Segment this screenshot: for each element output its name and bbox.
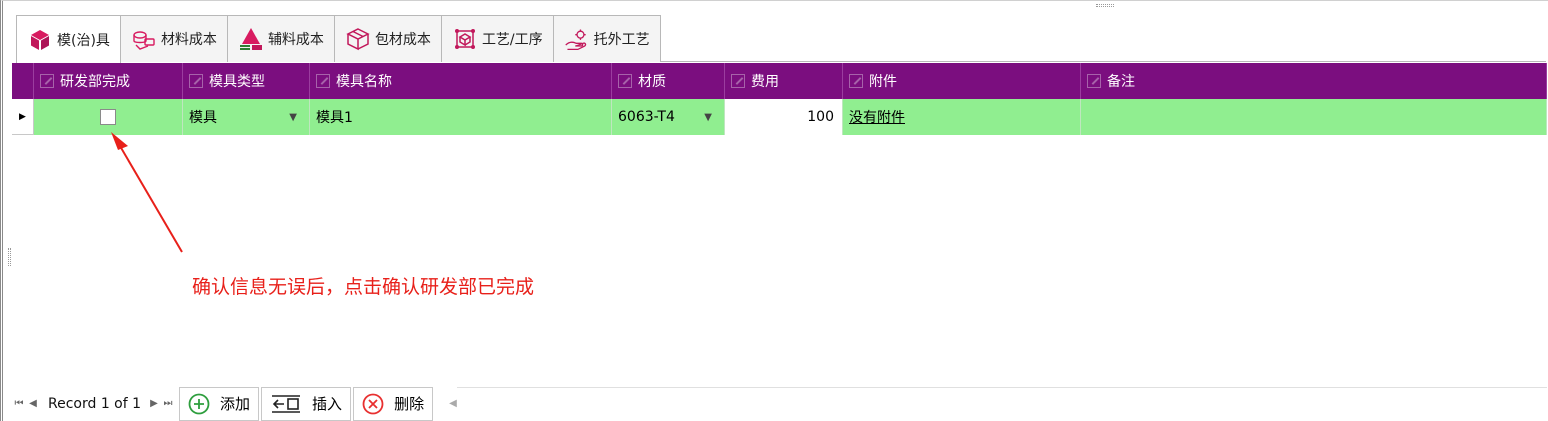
tab-outsourced-process[interactable]: 托外工艺: [552, 15, 661, 62]
edit-icon: [316, 74, 330, 88]
column-header-label: 研发部完成: [60, 74, 130, 90]
table-row[interactable]: ▶ 模具 ▼ 模具1 6063-T4 ▼ 100 没有附件: [12, 99, 1547, 135]
fee-value: 100: [807, 109, 834, 125]
annotation-text: 确认信息无误后，点击确认研发部已完成: [192, 276, 535, 298]
scroll-left-icon[interactable]: ◀: [449, 398, 457, 409]
rd-done-cell[interactable]: [34, 99, 183, 135]
tab-process[interactable]: 工艺/工序: [440, 15, 554, 62]
mold-type-value: 模具: [189, 110, 217, 126]
tab-strip-filler: [660, 15, 1546, 61]
next-record-icon[interactable]: ▶: [147, 398, 161, 409]
horizontal-scrollbar[interactable]: [456, 386, 1547, 421]
rd-done-checkbox[interactable]: [100, 109, 116, 125]
tab-material-cost[interactable]: 材料成本: [119, 15, 228, 62]
chevron-down-icon[interactable]: ▼: [704, 112, 712, 123]
tab-packaging-cost[interactable]: 包材成本: [333, 15, 442, 62]
splitter-grip-left[interactable]: [8, 248, 11, 266]
insert-row-icon: [270, 393, 302, 415]
tab-label: 材料成本: [160, 32, 217, 48]
remark-cell[interactable]: [1081, 99, 1547, 135]
tab-auxiliary-cost[interactable]: 辅料成本: [226, 15, 335, 62]
column-header-label: 费用: [751, 74, 779, 90]
mold-name-value: 模具1: [316, 110, 353, 126]
prev-record-icon[interactable]: ◀: [26, 398, 40, 409]
mold-grid: 研发部完成 模具类型 模具名称 材质 费用 附件 备注 ▶ 模具 ▼ 模具1 60…: [12, 63, 1547, 135]
column-header-label: 材质: [638, 74, 666, 90]
attachment-link[interactable]: 没有附件: [849, 107, 905, 127]
insert-button-label: 插入: [312, 395, 343, 413]
delete-button-label: 删除: [394, 395, 425, 413]
delete-circle-icon: [362, 393, 384, 415]
edit-icon: [849, 74, 863, 88]
outsource-hand-icon: [564, 26, 590, 52]
edit-icon: [40, 74, 54, 88]
tab-label: 模(治)具: [57, 32, 110, 49]
column-header-mold-name[interactable]: 模具名称: [310, 63, 612, 99]
add-button[interactable]: 添加: [179, 386, 260, 421]
tab-mold-fixture[interactable]: 模(治)具: [16, 15, 121, 63]
tab-strip: 模(治)具 材料成本 辅料成本 包材成本 工艺/工序 托外工艺: [16, 15, 1546, 63]
tab-label: 托外工艺: [593, 32, 650, 48]
edit-icon: [1087, 74, 1101, 88]
delete-button[interactable]: 删除: [353, 386, 434, 421]
column-header-rd-done[interactable]: 研发部完成: [34, 63, 183, 99]
row-indicator-header: [12, 63, 34, 99]
column-header-label: 备注: [1107, 74, 1135, 90]
row-indicator[interactable]: ▶: [12, 99, 34, 135]
add-button-label: 添加: [220, 395, 251, 413]
current-row-arrow-icon: ▶: [19, 111, 26, 122]
package-icon: [345, 26, 371, 52]
column-header-material[interactable]: 材质: [612, 63, 725, 99]
mold-name-cell[interactable]: 模具1: [310, 99, 612, 135]
chevron-down-icon[interactable]: ▼: [289, 112, 297, 123]
edit-icon: [618, 74, 632, 88]
attachment-cell[interactable]: 没有附件: [843, 99, 1081, 135]
plus-circle-icon: [188, 393, 210, 415]
edit-icon: [189, 74, 203, 88]
column-header-label: 模具名称: [336, 74, 392, 90]
splitter-grip-top[interactable]: [1096, 4, 1114, 7]
column-header-label: 附件: [869, 74, 897, 90]
materials-icon: [131, 26, 157, 52]
column-header-fee[interactable]: 费用: [725, 63, 843, 99]
column-header-remark[interactable]: 备注: [1081, 63, 1547, 99]
first-record-icon[interactable]: ⏮: [12, 398, 26, 409]
process-icon: [452, 26, 478, 52]
mold-type-cell[interactable]: 模具 ▼: [183, 99, 310, 135]
tab-label: 辅料成本: [267, 32, 324, 48]
layers-icon: [238, 26, 264, 52]
column-header-attachment[interactable]: 附件: [843, 63, 1081, 99]
last-record-icon[interactable]: ⏭: [161, 398, 175, 409]
record-navigator: ⏮ ◀ Record 1 of 1 ▶ ⏭ 添加 插入 删除 ◀: [12, 386, 1547, 421]
edit-icon: [731, 74, 745, 88]
fee-cell[interactable]: 100: [725, 99, 843, 135]
column-header-mold-type[interactable]: 模具类型: [183, 63, 310, 99]
box-icon: [27, 27, 53, 53]
tab-label: 包材成本: [374, 32, 431, 48]
material-cell[interactable]: 6063-T4 ▼: [612, 99, 725, 135]
insert-button[interactable]: 插入: [261, 386, 352, 421]
column-header-label: 模具类型: [209, 74, 265, 90]
material-value: 6063-T4: [618, 109, 675, 125]
grid-header: 研发部完成 模具类型 模具名称 材质 费用 附件 备注: [12, 63, 1547, 99]
record-counter: Record 1 of 1: [48, 395, 142, 412]
tab-label: 工艺/工序: [481, 32, 543, 48]
